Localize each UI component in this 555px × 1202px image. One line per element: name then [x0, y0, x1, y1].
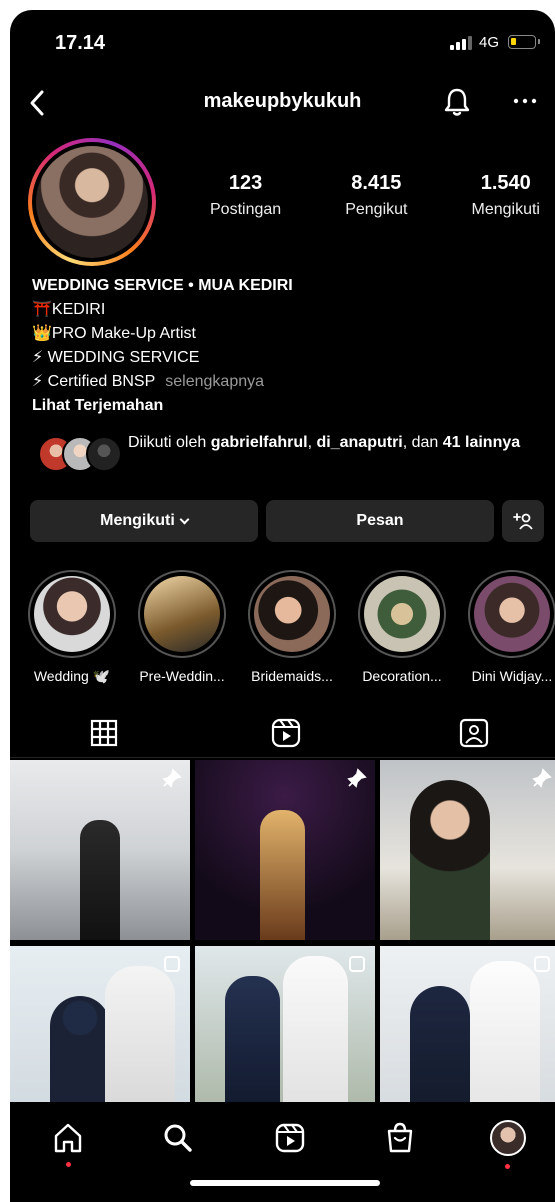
grid-icon[interactable] — [84, 716, 124, 752]
post-thumbnail[interactable] — [10, 760, 190, 940]
add-user-icon — [513, 513, 533, 530]
story-highlights: Wedding 🕊️ Pre-Weddin... Bridemaids... D… — [10, 570, 555, 700]
profile-avatar[interactable] — [28, 138, 156, 266]
reels-icon[interactable] — [272, 1120, 308, 1156]
bio-title: WEDDING SERVICE • MUA KEDIRI — [32, 277, 293, 294]
posts-count[interactable]: 123 Postingan — [210, 172, 281, 232]
followers-count[interactable]: 8.415 Pengikut — [345, 172, 407, 232]
follower-avatar — [86, 436, 122, 472]
bell-icon[interactable] — [442, 86, 472, 118]
pin-icon — [532, 768, 552, 788]
bottom-nav — [10, 1102, 555, 1202]
translate-link[interactable]: Lihat Terjemahan — [32, 394, 532, 418]
shop-icon[interactable] — [382, 1120, 418, 1156]
followed-by-text: Diikuti oleh gabrielfahrul, di_anaputri,… — [128, 434, 521, 451]
multi-post-icon — [349, 956, 365, 972]
bio-line-last: ⚡ Certified BNSP selengkapnya — [32, 373, 265, 390]
multi-post-icon — [534, 956, 550, 972]
post-thumbnail[interactable] — [380, 760, 555, 940]
profile-tabs — [10, 712, 555, 758]
following-count[interactable]: 1.540 Mengikuti — [472, 172, 540, 232]
profile-username: makeupbykukuh — [203, 90, 362, 112]
more-icon[interactable] — [510, 86, 540, 116]
tagged-icon[interactable] — [454, 716, 494, 752]
bio-line: 👑PRO Make-Up Artist — [32, 325, 196, 342]
profile-actions: Mengikuti Pesan — [30, 500, 545, 542]
highlight-pre-wedding[interactable]: Pre-Weddin... — [136, 570, 228, 684]
highlight-decoration[interactable]: Decoration... — [356, 570, 448, 684]
post-thumbnail[interactable] — [10, 946, 190, 1126]
signal-icon — [450, 36, 474, 50]
highlight-dini-widjaya[interactable]: Dini Widjay... — [466, 570, 555, 684]
battery-icon — [508, 35, 540, 49]
chevron-down-icon — [179, 514, 190, 524]
profile-header: makeupbykukuh — [10, 80, 555, 124]
status-time: 17.14 — [55, 32, 106, 54]
following-button[interactable]: Mengikuti — [30, 500, 258, 542]
followed-by[interactable]: Diikuti oleh gabrielfahrul, di_anaputri,… — [32, 432, 542, 484]
post-thumbnail[interactable] — [195, 760, 375, 940]
profile-stats: 123 Postingan 8.415 Pengikut 1.540 Mengi… — [210, 172, 540, 232]
add-user-button[interactable] — [502, 500, 544, 542]
network-label: 4G — [479, 34, 500, 51]
reels-tab-icon[interactable] — [266, 716, 306, 752]
home-notification-dot — [66, 1162, 71, 1167]
message-button[interactable]: Pesan — [266, 500, 494, 542]
instagram-profile-screen: 17.14 4G makeupbykukuh 123 Postingan 8.4… — [10, 10, 555, 1202]
status-bar: 17.14 4G — [10, 10, 555, 70]
highlight-bridemaids[interactable]: Bridemaids... — [246, 570, 338, 684]
post-thumbnail[interactable] — [380, 946, 555, 1126]
post-thumbnail[interactable] — [195, 946, 375, 1126]
pin-icon — [347, 768, 367, 788]
bio-more-link[interactable]: selengkapnya — [165, 373, 264, 390]
home-indicator[interactable] — [190, 1180, 380, 1186]
post-grid — [10, 760, 555, 1126]
profile-notification-dot — [505, 1164, 510, 1169]
pin-icon — [162, 768, 182, 788]
profile-bio: WEDDING SERVICE • MUA KEDIRI ⛩️KEDIRI 👑P… — [32, 274, 532, 418]
search-icon[interactable] — [160, 1120, 196, 1156]
bio-line: ⛩️KEDIRI — [32, 301, 106, 318]
multi-post-icon — [164, 956, 180, 972]
home-icon[interactable] — [50, 1120, 86, 1156]
bio-line: ⚡ WEDDING SERVICE — [32, 349, 200, 366]
profile-avatar-nav[interactable] — [490, 1120, 526, 1156]
highlight-wedding[interactable]: Wedding 🕊️ — [26, 570, 118, 685]
